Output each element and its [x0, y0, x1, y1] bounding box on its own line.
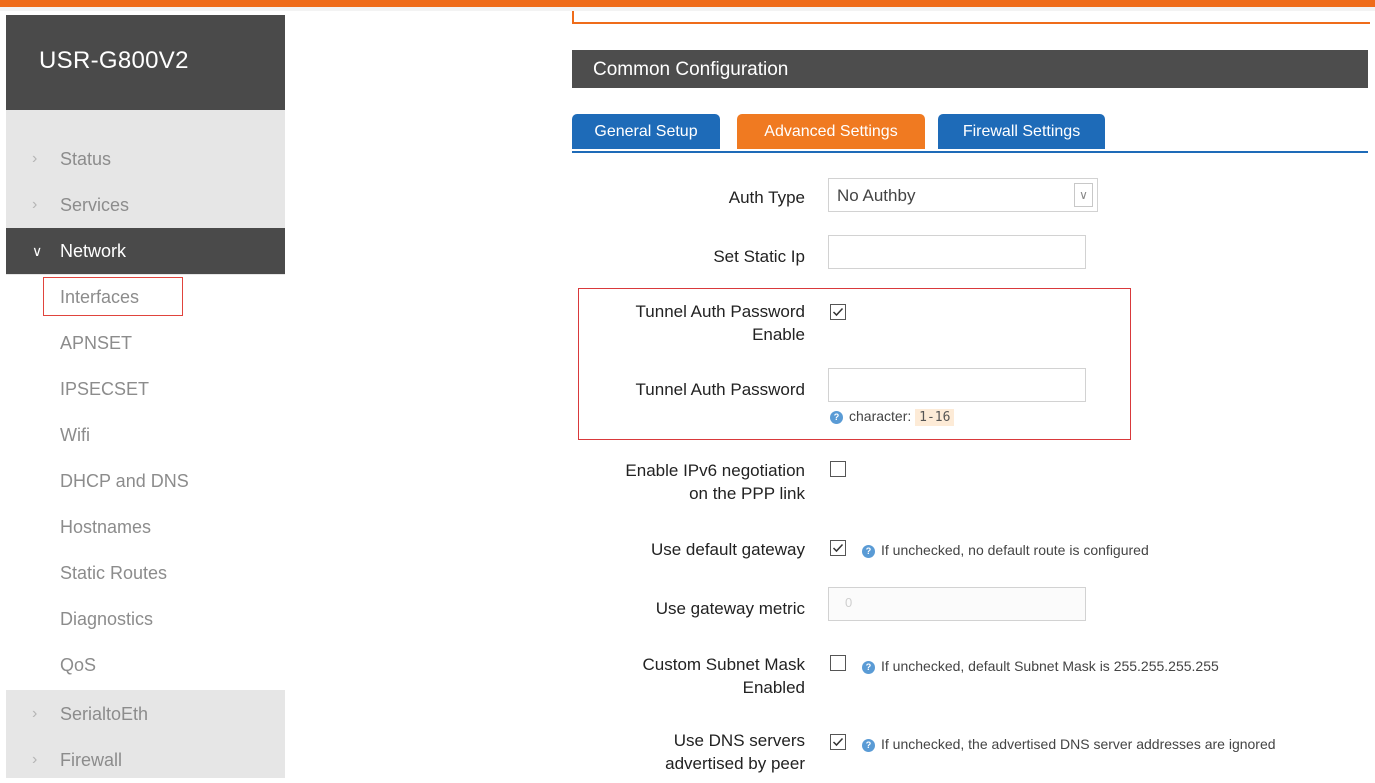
submenu-item-interfaces[interactable]: Interfaces [6, 275, 285, 321]
chevron-right-icon: › [32, 196, 38, 213]
ipv6-label: Enable IPv6 negotiation on the PPP link [625, 459, 805, 505]
sidebar-item-label: Status [60, 149, 112, 169]
custom-subnet-checkbox[interactable] [830, 655, 846, 671]
label-line: on the PPP link [689, 484, 805, 503]
submenu-item-label: Static Routes [60, 563, 168, 583]
help-icon: ? [862, 738, 875, 752]
hint-badge: 1-16 [915, 409, 955, 426]
submenu-item-qos[interactable]: QoS [6, 643, 285, 689]
submenu-item-label: Diagnostics [60, 609, 154, 629]
tab-advanced-settings[interactable]: Advanced Settings [737, 114, 925, 149]
section-title: Common Configuration [593, 59, 789, 80]
help-icon: ? [862, 544, 875, 558]
submenu-item-label: Interfaces [60, 287, 140, 307]
ipv6-checkbox[interactable] [830, 461, 846, 477]
submenu-item-label: Wifi [60, 425, 90, 445]
brand-title: USR-G800V2 [39, 47, 189, 74]
label-line: Enable [752, 325, 805, 344]
submenu-item-label: QoS [60, 655, 97, 675]
default-gateway-label: Use default gateway [650, 540, 805, 559]
sidebar-item-firewall[interactable]: › Firewall [6, 737, 285, 783]
label-line: Tunnel Auth Password [635, 302, 805, 321]
chevron-down-icon: ∨ [1074, 183, 1093, 207]
submenu-item-apnset[interactable]: APNSET [6, 321, 285, 367]
gateway-metric-input[interactable]: 0 [828, 587, 1086, 621]
tunnel-auth-password-input[interactable] [828, 368, 1086, 402]
tunnel-auth-enable-checkbox[interactable] [830, 304, 846, 320]
submenu-item-hostnames[interactable]: Hostnames [6, 505, 285, 551]
chevron-down-icon: ∨ [32, 243, 43, 259]
network-submenu: Interfaces APNSET IPSECSET Wifi DHCP and… [6, 275, 285, 690]
chevron-right-icon: › [32, 751, 38, 768]
tunnel-password-hint: ? character: 1-16 [830, 408, 955, 426]
sidebar-item-serialtoeth[interactable]: › SerialtoEth [6, 691, 285, 737]
auth-type-value: No Authby [837, 186, 916, 205]
sidebar-item-label: Firewall [60, 750, 123, 770]
submenu-item-label: IPSECSET [60, 379, 150, 399]
top-accent-bar [0, 0, 1375, 7]
submenu-item-wifi[interactable]: Wifi [6, 413, 285, 459]
gateway-metric-label: Use gateway metric [655, 599, 805, 618]
checkmark-icon [832, 737, 844, 747]
submenu-item-static-routes[interactable]: Static Routes [6, 551, 285, 597]
peer-dns-checkbox[interactable] [830, 734, 846, 750]
previous-panel-edge [572, 11, 1370, 24]
chevron-right-icon: › [32, 150, 38, 167]
auth-type-label: Auth Type [728, 188, 805, 207]
custom-subnet-hint: ? If unchecked, default Subnet Mask is 25… [862, 658, 1219, 674]
tab-firewall-settings[interactable]: Firewall Settings [938, 114, 1105, 149]
peer-dns-label: Use DNS servers advertised by peer [665, 729, 805, 775]
label-line: Use DNS servers [673, 731, 805, 750]
peer-dns-hint: ? If unchecked, the advertised DNS server… [862, 736, 1276, 752]
chevron-right-icon: › [32, 705, 38, 722]
help-icon: ? [862, 660, 875, 674]
submenu-item-diagnostics[interactable]: Diagnostics [6, 597, 285, 643]
submenu-item-label: DHCP and DNS [60, 471, 189, 491]
label-line: Enabled [742, 678, 805, 697]
default-gateway-checkbox[interactable] [830, 540, 846, 556]
tab-general-setup[interactable]: General Setup [572, 114, 720, 149]
hint-text: character: [849, 408, 912, 424]
label-line: Enable IPv6 negotiation [625, 461, 805, 480]
sidebar-item-status[interactable]: › Status [6, 136, 285, 182]
sidebar-item-label: SerialtoEth [60, 704, 149, 724]
tunnel-auth-enable-label: Tunnel Auth Password Enable [636, 300, 805, 346]
custom-subnet-label: Custom Subnet Mask Enabled [642, 653, 805, 699]
brand-header: USR-G800V2 [6, 15, 285, 110]
static-ip-input[interactable] [828, 235, 1086, 269]
submenu-item-label: APNSET [60, 333, 133, 353]
help-icon: ? [830, 410, 843, 424]
section-header: Common Configuration [572, 50, 1368, 88]
sidebar-item-label: Network [60, 241, 127, 261]
submenu-item-label: Hostnames [60, 517, 152, 537]
static-ip-label: Set Static Ip [713, 247, 805, 266]
submenu-item-dhcp-dns[interactable]: DHCP and DNS [6, 459, 285, 505]
hint-text: If unchecked, the advertised DNS server … [881, 736, 1276, 752]
submenu-item-ipsecset[interactable]: IPSECSET [6, 367, 285, 413]
checkmark-icon [832, 307, 844, 317]
sidebar-item-services[interactable]: › Services [6, 182, 285, 228]
hint-text: If unchecked, default Subnet Mask is 255… [881, 658, 1219, 674]
tunnel-auth-password-label: Tunnel Auth Password [635, 380, 805, 399]
tab-bar: General Setup Advanced Settings Firewall… [572, 114, 1368, 153]
label-line: Custom Subnet Mask [642, 655, 805, 674]
hint-text: If unchecked, no default route is config… [881, 542, 1149, 558]
sidebar-item-network[interactable]: ∨ Network [6, 228, 285, 274]
checkmark-icon [832, 543, 844, 553]
label-line: advertised by peer [665, 754, 805, 773]
sidebar-item-label: Services [60, 195, 130, 215]
gateway-metric-placeholder: 0 [845, 595, 853, 610]
sidebar: USR-G800V2 › Status › Services ∨ Network… [6, 15, 285, 778]
default-gateway-hint: ? If unchecked, no default route is confi… [862, 542, 1149, 558]
auth-type-select[interactable]: No Authby ∨ [828, 178, 1098, 212]
